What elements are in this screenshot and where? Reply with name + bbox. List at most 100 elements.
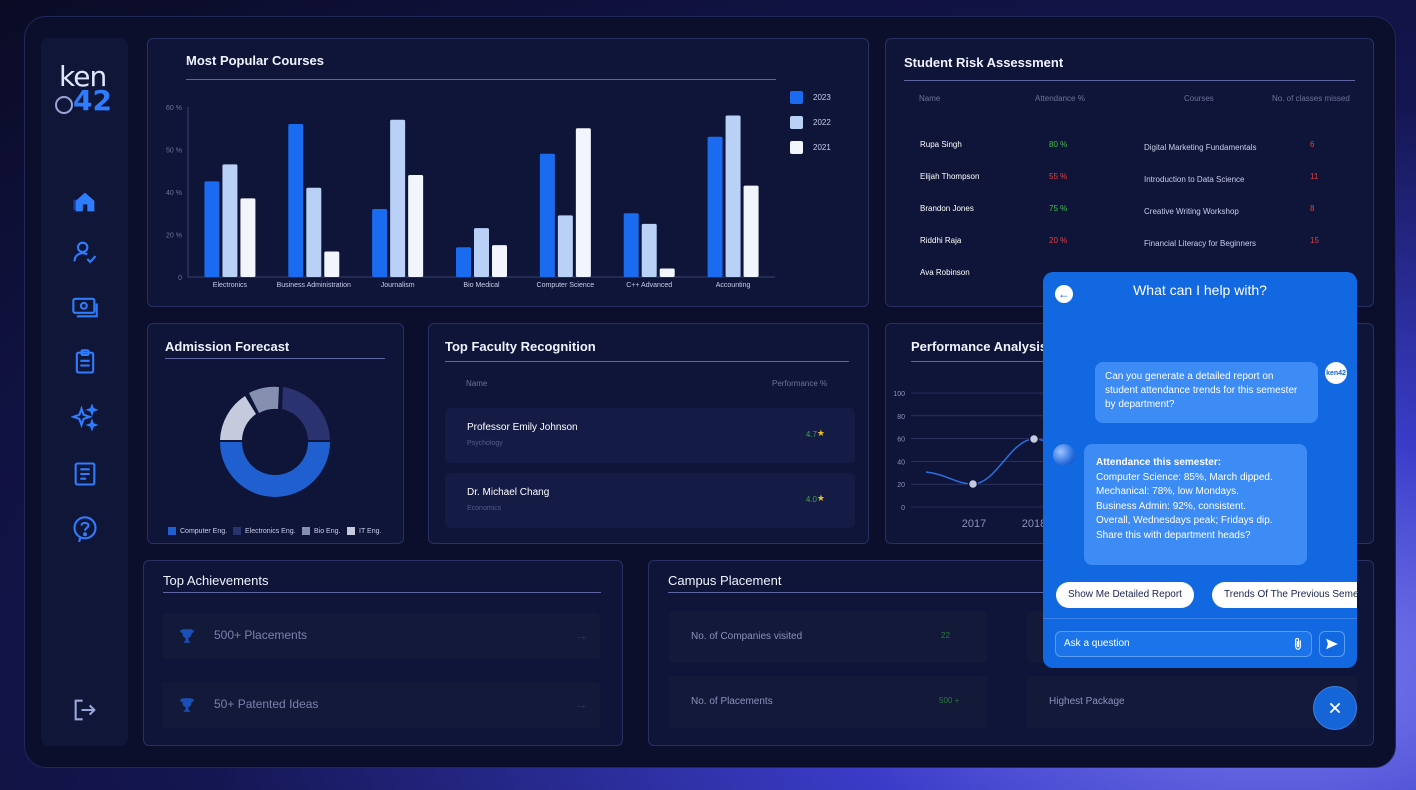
chat-input[interactable]: Ask a question	[1055, 631, 1312, 657]
achievement-item[interactable]: 50+ Patented Ideas →	[162, 682, 600, 728]
missed-count: 8	[1310, 204, 1315, 213]
col-header-attendance: Attendance %	[1035, 94, 1085, 103]
achievement-label: 500+ Placements	[214, 628, 308, 642]
x-tick-label: Computer Science	[537, 282, 595, 289]
ken42-logo[interactable]: ken 42	[55, 60, 117, 120]
placement-stat-value: 500 +	[939, 696, 960, 705]
faculty-row[interactable]: Professor Emily Johnson Psychology 4.7 ★	[445, 408, 855, 463]
achievement-item[interactable]: 500+ Placements →	[162, 613, 600, 659]
star-icon: ★	[816, 428, 825, 438]
help-icon[interactable]	[69, 513, 101, 545]
assistant-message: Attendance this semester: Computer Scien…	[1084, 444, 1307, 565]
faculty-row[interactable]: Dr. Michael Chang Economics 4.0 ★	[445, 473, 855, 528]
legend-swatch	[790, 91, 803, 104]
document-icon[interactable]	[69, 458, 101, 490]
x-tick-label: Business Administration	[277, 282, 351, 289]
risk-title: Student Risk Assessment	[904, 55, 1064, 70]
donut-segment-electronics-eng	[282, 387, 330, 440]
legend-swatch	[347, 527, 355, 535]
legend-2022: 2022	[790, 116, 831, 129]
arrow-right-icon: →	[574, 696, 588, 712]
bar-2021	[408, 175, 424, 277]
suggestion-chip[interactable]: Trends Of The Previous Semester	[1212, 582, 1357, 608]
bar-2022	[557, 215, 573, 277]
student-name: Brandon Jones	[920, 204, 974, 213]
assistant-message-line: Mechanical: 78%, low Mondays.	[1096, 486, 1239, 498]
user-check-icon[interactable]	[69, 236, 101, 268]
trophy-icon	[180, 629, 194, 643]
bar-2023	[623, 213, 639, 277]
logout-icon[interactable]	[69, 694, 101, 726]
data-point	[967, 478, 979, 490]
faculty-rating: 4.7	[805, 430, 817, 439]
legend-label: Computer Eng.	[180, 527, 228, 535]
close-chat-button[interactable]	[1313, 686, 1357, 730]
course-name: Introduction to Data Science	[1144, 175, 1245, 184]
bar-2021	[240, 198, 256, 277]
donut-legend-item: Computer Eng.	[168, 527, 227, 535]
attachment-icon[interactable]	[1291, 637, 1305, 651]
bar-2023	[204, 181, 220, 277]
logo-ring-icon	[55, 96, 73, 114]
risk-assessment-card: Student Risk Assessment Name Attendance …	[885, 38, 1374, 307]
user-message: Can you generate a detailed report on st…	[1095, 362, 1318, 423]
faculty-title: Top Faculty Recognition	[445, 339, 596, 354]
data-point	[1028, 433, 1040, 445]
student-name: Riddhi Raja	[920, 236, 962, 245]
donut-segment-it-eng	[220, 396, 256, 440]
title-rule	[163, 592, 601, 593]
attendance-value: 55 %	[1049, 172, 1068, 181]
bar-2023	[456, 247, 471, 277]
faculty-name: Dr. Michael Chang	[467, 487, 550, 498]
y-tick-label: 20	[897, 482, 905, 489]
suggestion-chip[interactable]: Show Me Detailed Report	[1056, 582, 1194, 608]
bar-2022	[390, 119, 406, 277]
y-tick-label: 0	[178, 275, 182, 282]
title-rule	[904, 80, 1355, 81]
course-name: Financial Literacy for Beginners	[1144, 239, 1257, 248]
clipboard-icon[interactable]	[69, 346, 101, 378]
bar-2021	[743, 185, 759, 277]
x-tick-label: 2017	[962, 518, 986, 530]
send-button[interactable]	[1319, 631, 1345, 657]
sparkles-icon[interactable]	[69, 402, 101, 434]
y-tick-label: 40	[897, 459, 905, 466]
bar-2021	[492, 245, 507, 277]
bar-2023	[288, 124, 304, 277]
bar-2022	[306, 187, 322, 277]
col-header-missed: No. of classes missed	[1272, 94, 1350, 103]
bar-2021	[324, 251, 340, 277]
bar-2023	[372, 209, 388, 277]
missed-count: 15	[1310, 236, 1319, 245]
bar-2022	[725, 115, 741, 277]
admission-donut	[220, 386, 330, 497]
col-header-performance: Performance %	[772, 379, 828, 388]
x-tick-label: Accounting	[716, 282, 751, 289]
col-header-courses: Courses	[1184, 94, 1214, 103]
assistant-orb-icon	[1053, 444, 1075, 466]
student-name: Rupa Singh	[920, 140, 962, 149]
money-icon[interactable]	[69, 291, 101, 323]
home-icon[interactable]	[69, 186, 101, 218]
bar-2022	[641, 223, 657, 277]
student-name: Elijah Thompson	[920, 172, 980, 181]
x-tick-label: C++ Advanced	[626, 282, 672, 289]
top-achievements-card: Top Achievements 500+ Placements → 50+ P…	[143, 560, 623, 746]
placement-stat-label: No. of Companies visited	[691, 631, 803, 642]
send-icon	[1326, 638, 1338, 650]
faculty-dept: Economics	[467, 505, 502, 512]
missed-count: 6	[1310, 140, 1315, 149]
placement-stat-label: No. of Placements	[691, 696, 773, 707]
legend-swatch	[790, 116, 803, 129]
close-icon	[1329, 702, 1341, 714]
y-tick-label: 80	[897, 414, 905, 421]
legend-swatch	[168, 527, 176, 535]
placement-title: Campus Placement	[668, 573, 782, 588]
student-name: Ava Robinson	[920, 268, 970, 277]
col-header-name: Name	[919, 94, 941, 103]
popular-courses-card: Most Popular Courses 0 20 % 40 % 50 % 60 % El…	[147, 38, 869, 307]
faculty-rating: 4.0	[805, 495, 817, 504]
legend-label: IT Eng.	[359, 527, 382, 535]
placement-stat: No. of Placements 500 +	[669, 676, 987, 728]
bar-2021	[659, 268, 675, 277]
